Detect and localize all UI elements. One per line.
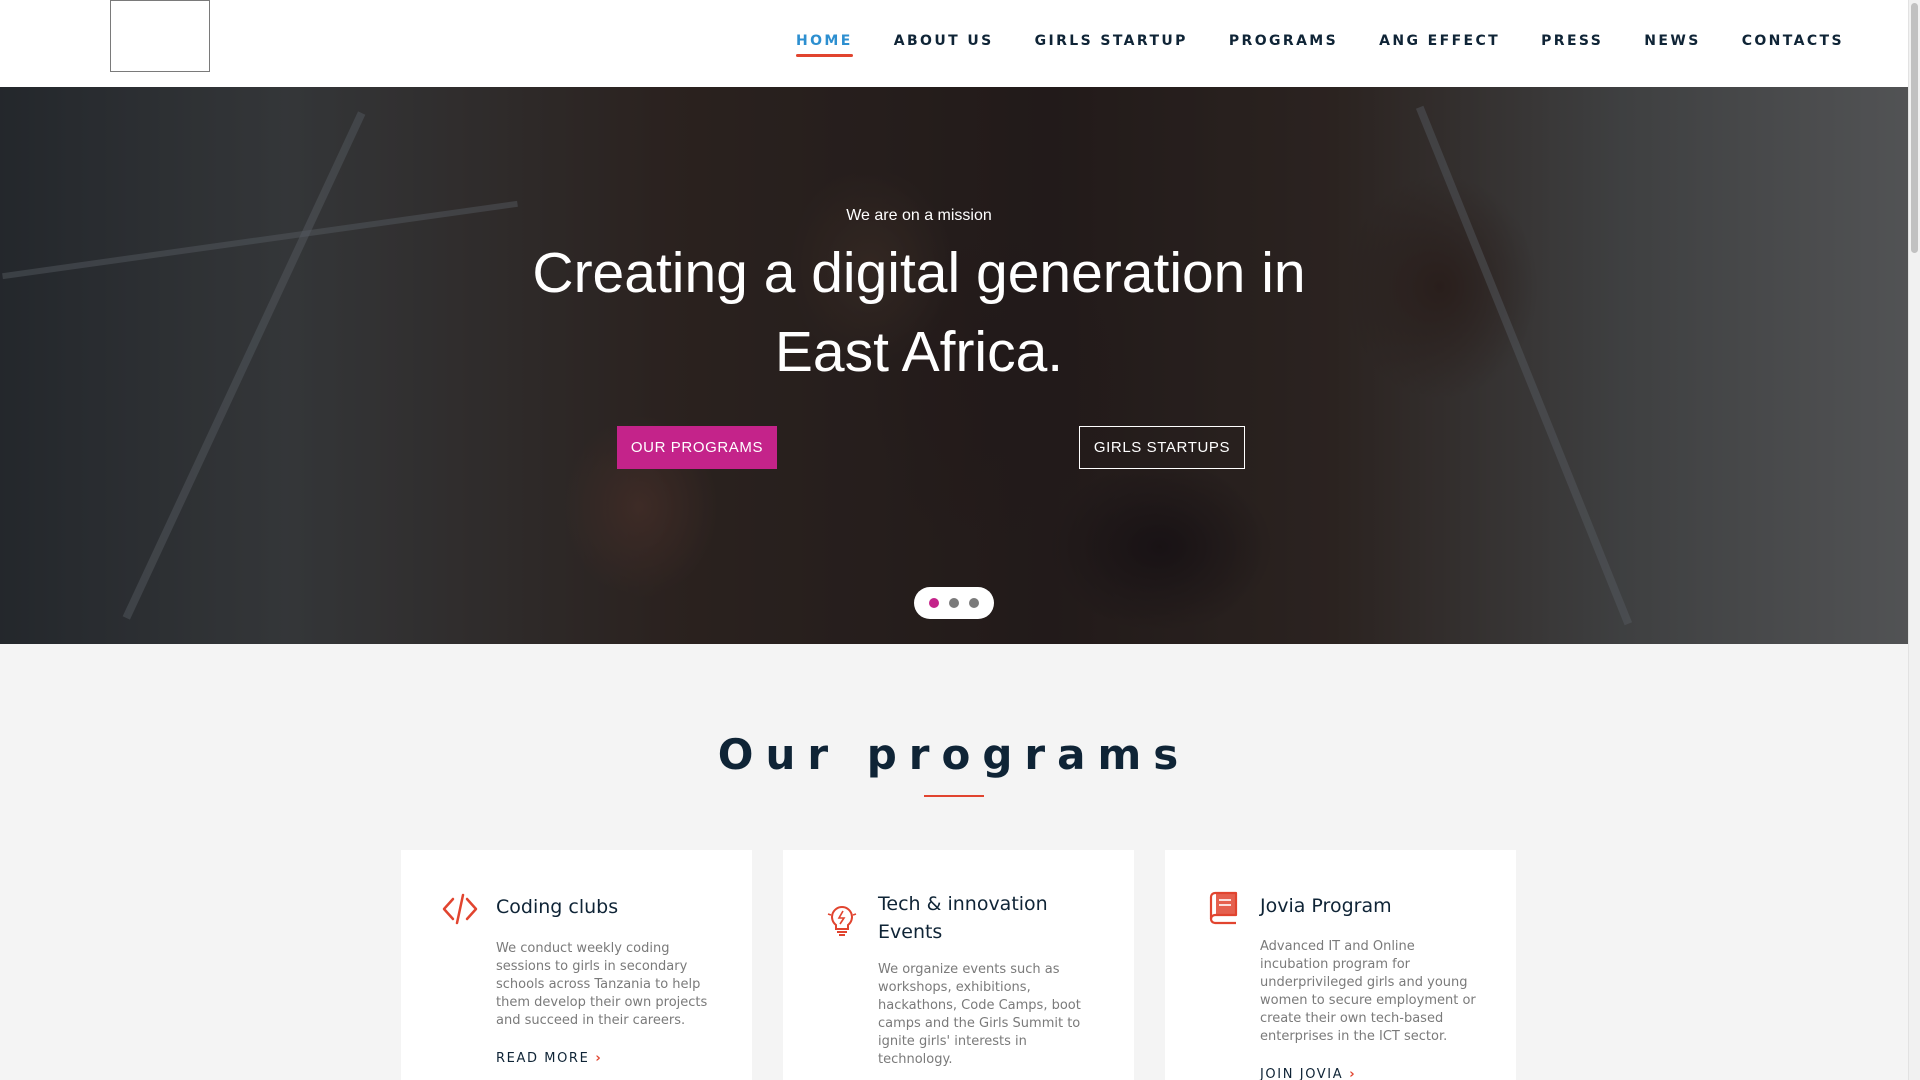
nav-item-about-us[interactable]: ABOUT US	[894, 33, 994, 57]
nav-item-news[interactable]: NEWS	[1644, 33, 1700, 57]
nav-item-press[interactable]: PRESS	[1541, 33, 1603, 57]
program-card-coding-clubs: Coding clubs We conduct weekly coding se…	[401, 850, 752, 1080]
join-jovia-link[interactable]: JOIN JOVIA ›	[1260, 1067, 1356, 1080]
hero-title-line: Creating a digital generation in	[532, 241, 1306, 305]
program-card-jovia: Jovia Program Advanced IT and Online inc…	[1165, 850, 1516, 1080]
read-more-label: READ MORE	[496, 1051, 590, 1066]
slider-dot-3[interactable]	[969, 598, 979, 608]
hero-title-line: East Africa.	[774, 320, 1064, 384]
join-jovia-label: JOIN JOVIA	[1260, 1067, 1344, 1080]
slider-pagination	[914, 587, 994, 619]
main-nav: HOME ABOUT US GIRLS STARTUP PROGRAMS ANG…	[796, 33, 1885, 57]
scrollbar-thumb[interactable]	[1911, 3, 1918, 253]
nav-item-girls-startup[interactable]: GIRLS STARTUP	[1035, 33, 1188, 57]
slider-dot-2[interactable]	[949, 598, 959, 608]
slider-dot-1[interactable]	[929, 598, 939, 608]
nav-item-ang-effect[interactable]: ANG EFFECT	[1379, 33, 1500, 57]
program-card-description: We conduct weekly coding sessions to gir…	[496, 941, 708, 1028]
program-card-title: Coding clubs	[496, 896, 619, 918]
program-card-title: Jovia Program	[1260, 895, 1392, 917]
our-programs-button[interactable]: OUR PROGRAMS	[617, 426, 777, 469]
programs-section-title: Our programs	[717, 730, 1191, 779]
book-icon	[1205, 888, 1243, 926]
program-card-description: We organize events such as workshops, ex…	[878, 962, 1081, 1067]
nav-item-home[interactable]: HOME	[796, 33, 853, 57]
read-more-link[interactable]: READ MORE ›	[496, 1051, 602, 1066]
page-scrollbar[interactable]	[1908, 0, 1920, 1080]
hero-eyebrow: We are on a mission	[846, 207, 992, 224]
section-title-underline	[924, 795, 984, 797]
hero-title: Creating a digital generation in East Af…	[0, 234, 1838, 392]
hero-slider: We are on a mission Creating a digital g…	[0, 87, 1908, 644]
lightbulb-icon	[823, 901, 861, 939]
code-icon	[441, 890, 479, 928]
girls-startups-button[interactable]: GIRLS STARTUPS	[1079, 426, 1245, 469]
chevron-right-icon: ›	[1349, 1067, 1357, 1080]
program-card-tech-events: Tech & innovation Events We organize eve…	[783, 850, 1134, 1080]
site-logo[interactable]	[110, 0, 210, 72]
program-card-title: Tech & innovation Events	[878, 893, 1048, 943]
chevron-right-icon: ›	[595, 1051, 603, 1066]
site-header: HOME ABOUT US GIRLS STARTUP PROGRAMS ANG…	[0, 0, 1908, 87]
program-card-description: Advanced IT and Online incubation progra…	[1260, 939, 1476, 1044]
nav-item-contacts[interactable]: CONTACTS	[1742, 33, 1844, 57]
nav-item-programs[interactable]: PROGRAMS	[1229, 33, 1338, 57]
